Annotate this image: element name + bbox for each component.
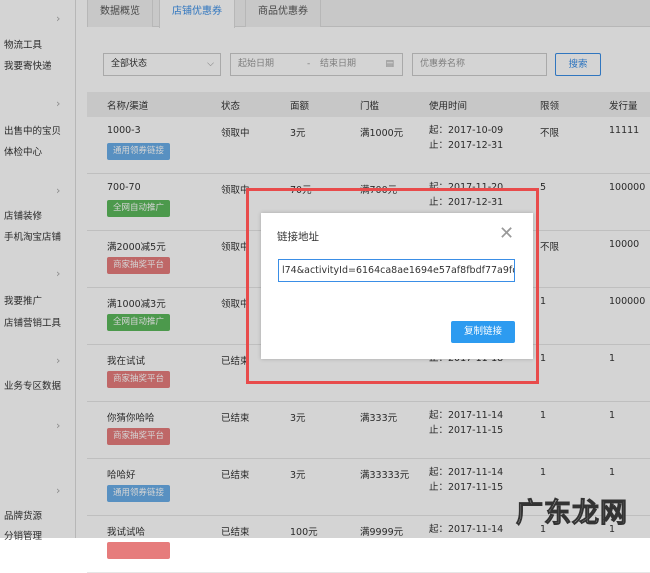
dialog-title: 链接地址	[277, 231, 319, 243]
close-icon[interactable]: ✕	[499, 225, 514, 243]
link-dialog: 链接地址 ✕ l74&activityId=6164ca8ae1694e57af…	[261, 213, 533, 359]
watermark: 广东龙网	[516, 498, 628, 530]
copy-link-button[interactable]: 复制链接	[451, 321, 515, 343]
link-url-input[interactable]: l74&activityId=6164ca8ae1694e57af8fbdf77…	[278, 259, 515, 282]
channel-tag[interactable]	[107, 542, 170, 559]
